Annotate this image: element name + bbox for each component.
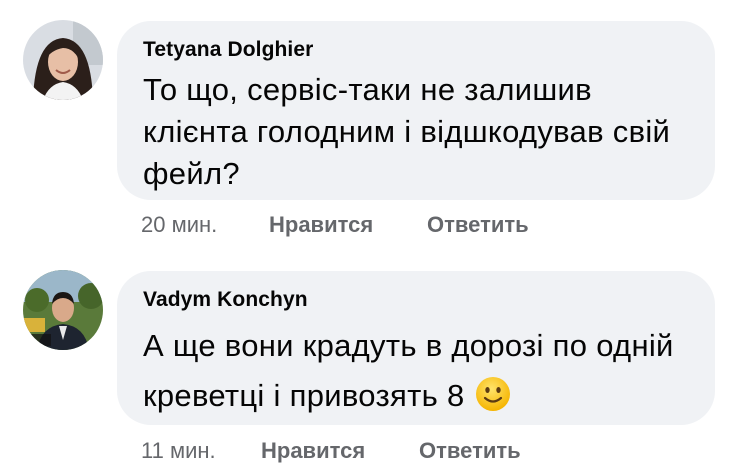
comment-actions: 11 мин. Нравится Ответить bbox=[141, 436, 701, 466]
comment-timestamp[interactable]: 20 мин. bbox=[141, 210, 217, 240]
comment-text: А ще вони крадуть в дорозі по одній крев… bbox=[143, 321, 715, 421]
comment-bubble: Tetyana Dolghier То що, сервіс-таки не з… bbox=[117, 21, 715, 200]
like-button[interactable]: Нравится bbox=[261, 436, 365, 466]
comment-text-line: А ще вони крадуть в дорозі по одній bbox=[143, 328, 674, 363]
comment-text-line: клієнта голодним і відшкодував свій bbox=[143, 114, 671, 149]
comment-text-line: фейл? bbox=[143, 156, 240, 191]
comment-text-line: То що, сервіс-таки не залишив bbox=[143, 72, 592, 107]
comment-timestamp[interactable]: 11 мин. bbox=[141, 436, 216, 466]
slightly-smiling-face-icon bbox=[475, 376, 511, 412]
profile-photo-man-icon bbox=[23, 270, 103, 350]
avatar[interactable] bbox=[23, 270, 103, 350]
reply-button[interactable]: Ответить bbox=[419, 436, 521, 466]
comment-author[interactable]: Vadym Konchyn bbox=[143, 287, 715, 313]
comment-text-line: креветці і привозять 8 bbox=[143, 371, 715, 421]
like-button[interactable]: Нравится bbox=[269, 210, 373, 240]
comment-text: То що, сервіс-таки не залишив клієнта го… bbox=[143, 69, 715, 195]
profile-photo-woman-icon bbox=[23, 20, 103, 100]
comment-actions: 20 мин. Нравится Ответить bbox=[141, 210, 701, 240]
avatar[interactable] bbox=[23, 20, 103, 100]
comment-author[interactable]: Tetyana Dolghier bbox=[143, 37, 715, 63]
comment-text-segment: креветці і привозять 8 bbox=[143, 378, 465, 413]
comment-bubble: Vadym Konchyn А ще вони крадуть в дорозі… bbox=[117, 271, 715, 425]
reply-button[interactable]: Ответить bbox=[427, 210, 529, 240]
